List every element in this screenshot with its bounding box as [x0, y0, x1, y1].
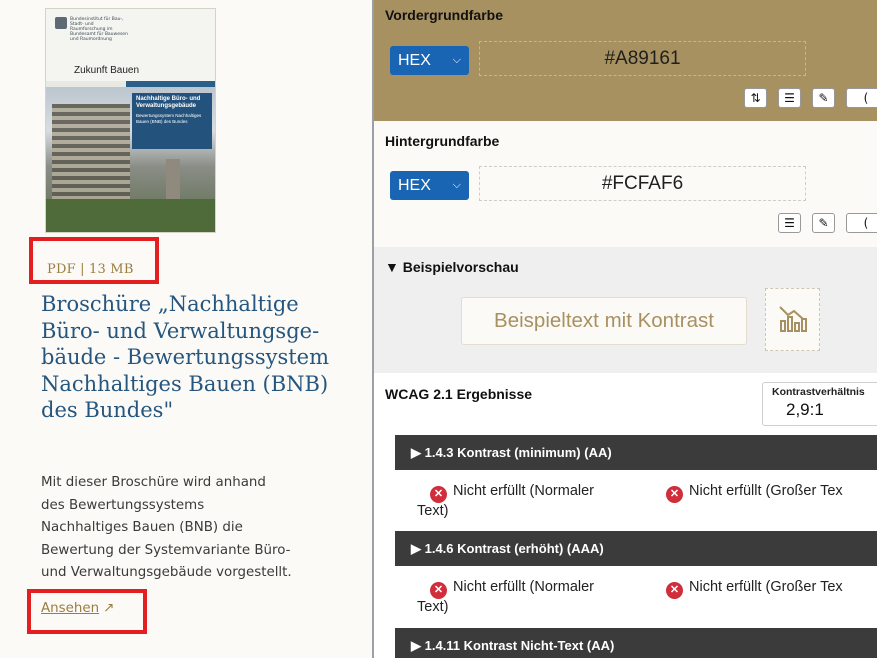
- fail-icon: ✕: [666, 486, 683, 503]
- result-normal-line2: Text): [417, 599, 449, 615]
- result-large-text: ✕ Nicht erfüllt (Großer Tex: [666, 579, 843, 599]
- desc-line: und Verwaltungsgebäude vorgestellt.: [41, 565, 292, 581]
- contrast-ratio-label: Kontrastverhältnis: [772, 386, 865, 398]
- result-normal-text: ✕ Nicht erfüllt (Normaler Text): [417, 483, 594, 520]
- result-large-line: Nicht erfüllt (Großer Tex: [689, 483, 843, 499]
- cover-tower: [166, 159, 180, 199]
- background-format-value: HEX: [398, 177, 431, 194]
- file-meta: PDF | 13 MB: [47, 262, 134, 277]
- sliders-icon[interactable]: ☰: [778, 213, 801, 233]
- chart-icon[interactable]: [765, 288, 820, 351]
- background-hex-input[interactable]: #FCFAF6: [479, 166, 806, 201]
- result-normal-line2: Text): [417, 503, 449, 519]
- cover-subtitle: Bewertungssystem Nachhaltiges Bauen (BNB…: [136, 113, 202, 124]
- cover-building: [52, 104, 130, 199]
- fail-icon: ✕: [666, 582, 683, 599]
- desc-line: des Bewertungssystems: [41, 497, 205, 513]
- result-large-line: Nicht erfüllt (Großer Tex: [689, 579, 843, 595]
- cover-title-box: Nachhaltige Büro- und Verwaltungsgebäude…: [132, 93, 212, 149]
- title-line: Broschüre „Nachhaltige: [41, 292, 299, 316]
- chevron-down-icon: ⌵: [452, 54, 461, 66]
- cover-series-title: Zukunft Bauen: [74, 65, 140, 76]
- sliders-icon[interactable]: ☰: [778, 88, 801, 108]
- result-normal-text: ✕ Nicht erfüllt (Normaler Text): [417, 579, 594, 616]
- criterion-143-toggle[interactable]: ▶ 1.4.3 Kontrast (minimum) (AA): [395, 435, 877, 470]
- eyedropper-icon[interactable]: ✎: [812, 88, 835, 108]
- result-normal-line1: Nicht erfüllt (Normaler: [453, 579, 594, 595]
- desc-line: Nachhaltiges Bauen (BNB) die: [41, 520, 243, 536]
- view-link-label[interactable]: Ansehen: [41, 601, 99, 616]
- cover-org-text: Bundesinstitut für Bau-, Stadt- und Raum…: [70, 17, 128, 42]
- publication-title[interactable]: Broschüre „Nachhaltige Büro- und Verwalt…: [41, 291, 361, 424]
- external-link-icon: ↗: [103, 601, 115, 616]
- preview-toggle[interactable]: ▼ Beispielvorschau: [385, 259, 519, 275]
- brochure-cover-image[interactable]: Bundesinstitut für Bau-, Stadt- und Raum…: [45, 8, 216, 233]
- title-line: Büro- und Verwaltungsge-: [41, 318, 320, 343]
- foreground-hex-input[interactable]: #A89161: [479, 41, 806, 76]
- view-link[interactable]: Ansehen ↗: [41, 601, 114, 616]
- foreground-format-select[interactable]: HEX ⌵: [390, 46, 469, 75]
- institute-logo-icon: [55, 17, 67, 29]
- wcag-heading: WCAG 2.1 Ergebnisse: [385, 386, 533, 402]
- background-label: Hintergrundfarbe: [385, 133, 500, 149]
- cover-ground: [46, 199, 215, 232]
- extra-tool-icon[interactable]: (: [846, 213, 877, 233]
- chevron-down-icon: ⌵: [452, 179, 461, 191]
- publication-panel: Bundesinstitut für Bau-, Stadt- und Raum…: [0, 0, 372, 658]
- result-large-text: ✕ Nicht erfüllt (Großer Tex: [666, 483, 843, 503]
- foreground-format-value: HEX: [398, 52, 431, 69]
- criterion-1411-toggle[interactable]: ▶ 1.4.11 Kontrast Nicht-Text (AA): [395, 628, 877, 658]
- sample-text-box: Beispieltext mit Kontrast: [461, 297, 747, 345]
- extra-tool-icon[interactable]: (: [846, 88, 877, 108]
- fail-icon: ✕: [430, 486, 447, 503]
- fail-icon: ✕: [430, 582, 447, 599]
- publication-description: Mit dieser Broschüre wird anhand des Bew…: [41, 472, 361, 585]
- foreground-section: Vordergrundfarbe HEX ⌵ #A89161 ⇅ ☰ ✎ (: [374, 0, 877, 121]
- title-line: des Bundes": [41, 398, 174, 422]
- desc-line: Bewertung der Systemvariante Büro-: [41, 542, 291, 558]
- contrast-checker-panel: Vordergrundfarbe HEX ⌵ #A89161 ⇅ ☰ ✎ ( H…: [374, 0, 877, 658]
- contrast-ratio-value: 2,9:1: [786, 400, 824, 419]
- background-section: Hintergrundfarbe HEX ⌵ #FCFAF6 ☰ ✎ (: [374, 121, 877, 247]
- desc-line: Mit dieser Broschüre wird anhand: [41, 475, 266, 490]
- swap-icon[interactable]: ⇅: [744, 88, 767, 108]
- background-format-select[interactable]: HEX ⌵: [390, 171, 469, 200]
- chart-icon-svg: [778, 306, 807, 332]
- foreground-label: Vordergrundfarbe: [385, 7, 503, 23]
- result-normal-line1: Nicht erfüllt (Normaler: [453, 483, 594, 499]
- criterion-146-toggle[interactable]: ▶ 1.4.6 Kontrast (erhöht) (AAA): [395, 531, 877, 566]
- title-line: bäude - Bewertungssystem: [41, 345, 330, 369]
- cover-title: Nachhaltige Büro- und Verwaltungsgebäude: [136, 96, 201, 109]
- title-line: Nachhaltiges Bauen (BNB): [41, 371, 329, 396]
- eyedropper-icon[interactable]: ✎: [812, 213, 835, 233]
- contrast-ratio-box: Kontrastverhältnis 2,9:1: [762, 382, 877, 426]
